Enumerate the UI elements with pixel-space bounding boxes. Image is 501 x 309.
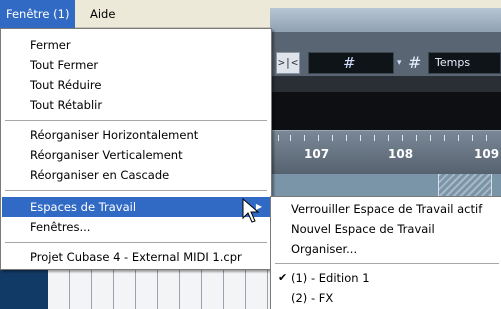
chevron-down-icon[interactable]: ▾ (397, 52, 407, 74)
submenu-item-label: (1) - Edition 1 (291, 271, 370, 285)
menu-item-minimize-all[interactable]: Tout Réduire (2, 75, 270, 95)
menu-item-restore-all[interactable]: Tout Rétablir (2, 95, 270, 115)
submenu-item-organize[interactable]: Organiser... (272, 239, 501, 259)
workspaces-submenu: Verrouiller Espace de Travail actif Nouv… (270, 196, 501, 309)
checkmark-icon: ✔ (278, 271, 288, 284)
menu-item-label: Espaces de Travail (30, 200, 137, 214)
ruler-bar-number: 107 (304, 147, 330, 161)
piano-keys (48, 266, 270, 309)
grid-hash-icon: # (343, 54, 356, 72)
track-list-strip (0, 266, 48, 309)
submenu-item-lock-workspace[interactable]: Verrouiller Espace de Travail actif (272, 199, 501, 219)
project-titlebar (270, 8, 501, 32)
menu-item-tile-horizontal[interactable]: Réorganiser Horizontalement (2, 125, 270, 145)
menu-item-project[interactable]: Projet Cubase 4 - External MIDI 1.cpr (2, 247, 270, 267)
submenu-item-new-workspace[interactable]: Nouvel Espace de Travail (272, 219, 501, 239)
menu-separator (5, 120, 267, 121)
snap-button[interactable]: >|< (276, 52, 300, 74)
info-line (270, 92, 501, 130)
grid-type-field[interactable]: # (308, 52, 394, 74)
menu-item-close[interactable]: Fermer (2, 35, 270, 55)
ruler-bar-number: 108 (388, 147, 414, 161)
menu-window[interactable]: Fenêtre (1) (0, 0, 76, 28)
menu-item-cascade[interactable]: Réorganiser en Cascade (2, 165, 270, 185)
menu-separator (5, 190, 267, 191)
menu-help[interactable]: Aide (84, 0, 121, 28)
menu-separator (275, 263, 499, 264)
submenu-item-workspace-2[interactable]: (2) - FX (272, 288, 501, 308)
submenu-item-workspace-1[interactable]: ✔ (1) - Edition 1 (272, 268, 501, 288)
arrow-cursor-icon (242, 198, 260, 223)
grid-hash-icon: # (408, 53, 422, 72)
quantize-value-field[interactable]: Temps (428, 52, 501, 74)
ruler-bar-number: 109 (474, 147, 500, 161)
menu-item-windows[interactable]: Fenêtres... (2, 217, 270, 237)
window-menu: Fermer Tout Fermer Tout Réduire Tout Rét… (0, 28, 272, 270)
menu-item-workspaces[interactable]: Espaces de Travail ▶ (2, 197, 270, 217)
menu-item-close-all[interactable]: Tout Fermer (2, 55, 270, 75)
timeline-ruler[interactable]: 107 108 109 (270, 130, 501, 174)
menu-item-tile-vertical[interactable]: Réorganiser Verticalement (2, 145, 270, 165)
menu-separator (5, 242, 267, 243)
